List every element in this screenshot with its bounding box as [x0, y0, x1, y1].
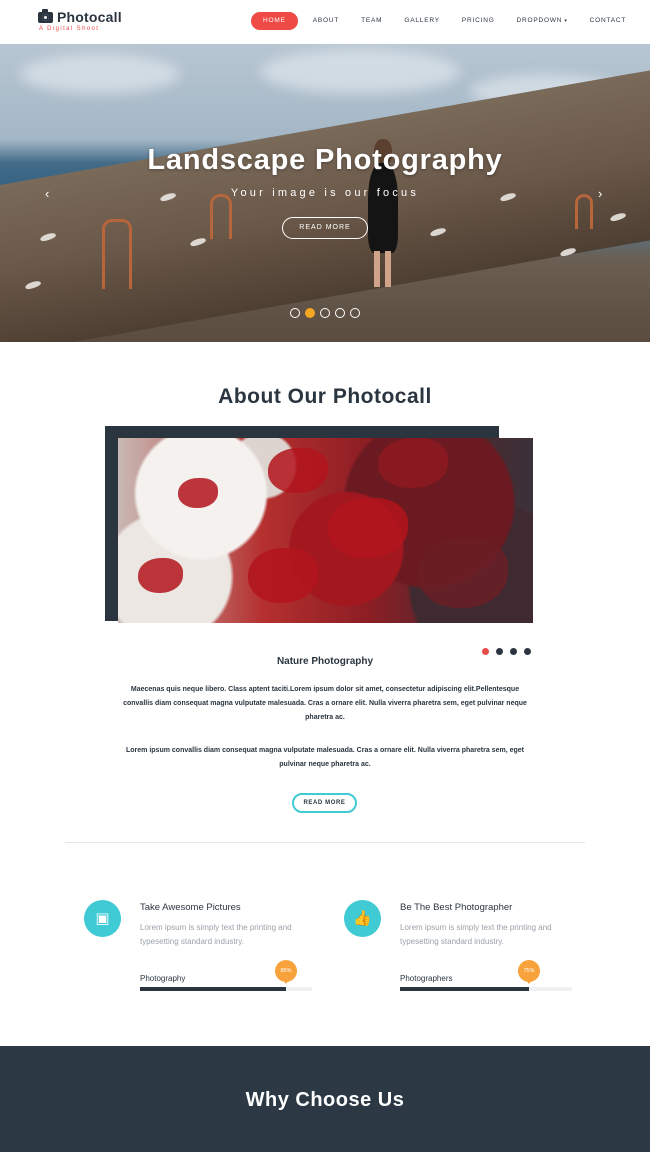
- section-divider: [65, 842, 585, 843]
- thumbs-up-icon: 👍: [344, 900, 381, 937]
- why-choose-us-section: Why Choose Us: [0, 1046, 650, 1152]
- hero-title: Landscape Photography: [147, 144, 503, 176]
- nav-pricing[interactable]: PRICING: [451, 12, 506, 30]
- nav-gallery[interactable]: GALLERY: [393, 12, 450, 30]
- nav-team[interactable]: TEAM: [350, 12, 393, 30]
- ladder-rail: [210, 194, 232, 239]
- hero-subtitle: Your image is our focus: [230, 187, 420, 199]
- brand-logo[interactable]: Photocall A Digital Shoot: [38, 8, 122, 32]
- about-dot-4[interactable]: [524, 648, 531, 655]
- picture-icon: ▣: [84, 900, 121, 937]
- main-menu: HOME ABOUT TEAM GALLERY PRICING DROPDOWN…: [251, 12, 637, 30]
- ladder-rail: [102, 219, 132, 289]
- about-paragraph-1: Maecenas quis neque libero. Class aptent…: [123, 686, 527, 721]
- about-dot-3[interactable]: [510, 648, 517, 655]
- about-dot-2[interactable]: [496, 648, 503, 655]
- hero-dot-3[interactable]: [320, 308, 330, 318]
- brand-subtitle: A Digital Shoot: [39, 26, 100, 32]
- ladder-rail: [575, 194, 593, 229]
- feature-description: Lorem ipsum is simply text the printing …: [140, 923, 292, 946]
- hero-slider: Landscape Photography Your image is our …: [0, 44, 650, 342]
- chevron-right-icon[interactable]: ›: [598, 186, 602, 201]
- skill-progress-fill: [400, 987, 529, 991]
- about-slider-dots: [482, 648, 538, 655]
- hero-dot-5[interactable]: [350, 308, 360, 318]
- nav-about[interactable]: ABOUT: [302, 12, 350, 30]
- flower-photo: [118, 438, 533, 623]
- feature-card: ▣ Take Awesome Pictures Lorem ipsum is s…: [84, 898, 314, 998]
- top-navbar: Photocall A Digital Shoot HOME ABOUT TEA…: [0, 0, 650, 44]
- chevron-down-icon: ▾: [564, 18, 568, 24]
- nav-dropdown-label: DROPDOWN: [516, 17, 563, 24]
- skill-label: Photographers: [400, 974, 453, 983]
- nature-heading: Nature Photography: [276, 656, 374, 667]
- feature-description: Lorem ipsum is simply text the printing …: [400, 923, 552, 946]
- about-title: About Our Photocall: [218, 385, 432, 408]
- skill-label: Photography: [140, 974, 186, 983]
- feature-title: Be The Best Photographer: [400, 902, 513, 913]
- camera-icon: [38, 8, 53, 23]
- hero-dot-1[interactable]: [290, 308, 300, 318]
- hero-dot-2[interactable]: [305, 308, 315, 318]
- chevron-left-icon[interactable]: ‹: [45, 186, 49, 201]
- nav-contact[interactable]: CONTACT: [579, 12, 638, 30]
- skill-percent-badge: 85%: [275, 960, 297, 984]
- skill-progress-fill: [140, 987, 286, 991]
- about-dot-1[interactable]: [482, 648, 489, 655]
- cloud-shape: [260, 49, 460, 94]
- why-title: Why Choose Us: [245, 1089, 405, 1111]
- skill-percent-badge: 75%: [518, 960, 540, 984]
- hero-dot-4[interactable]: [335, 308, 345, 318]
- cloud-shape: [20, 54, 180, 94]
- hero-read-more-button[interactable]: READ MORE: [282, 217, 368, 239]
- brand-title: Photocall: [57, 9, 122, 25]
- about-read-more-button[interactable]: READ MORE: [292, 793, 357, 813]
- about-paragraph-2: Lorem ipsum convallis diam consequat mag…: [126, 747, 524, 768]
- feature-card: 👍 Be The Best Photographer Lorem ipsum i…: [344, 898, 574, 998]
- feature-title: Take Awesome Pictures: [140, 902, 241, 913]
- hero-pagination: [290, 308, 365, 318]
- nav-dropdown[interactable]: DROPDOWN ▾: [506, 12, 579, 30]
- skill-progress-bar: [140, 987, 312, 991]
- nav-home[interactable]: HOME: [251, 12, 298, 30]
- pier-shape: [0, 57, 650, 342]
- skill-progress-bar: [400, 987, 572, 991]
